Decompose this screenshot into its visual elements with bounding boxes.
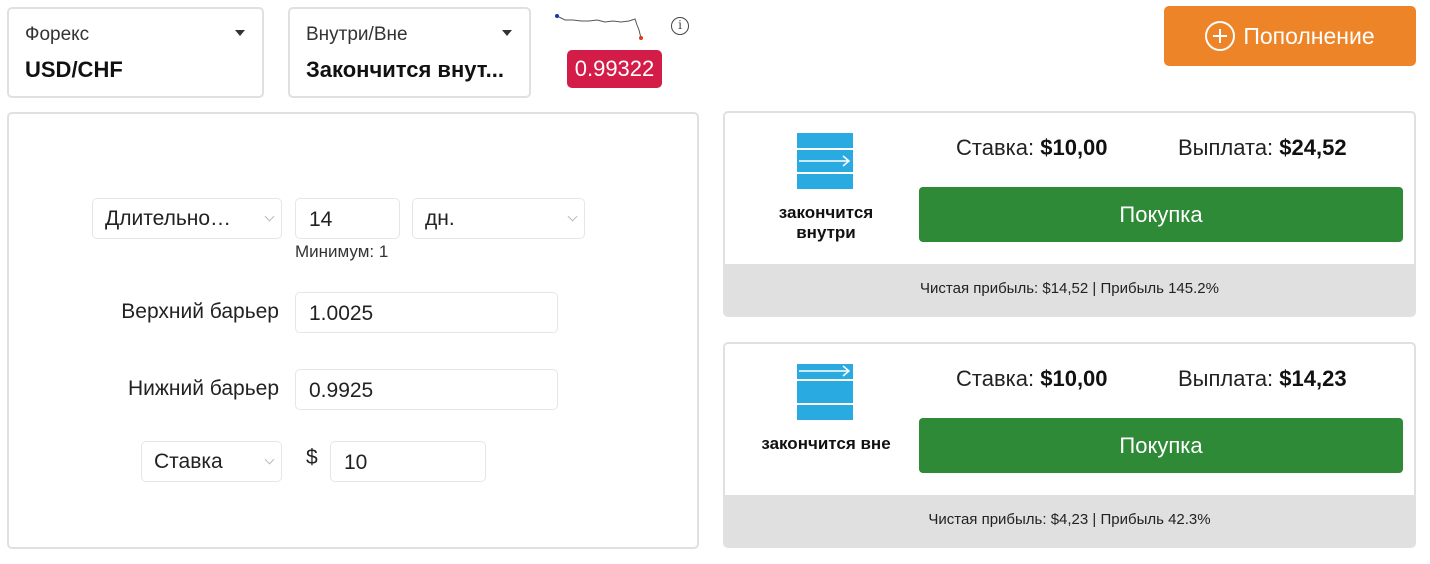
duration-unit-select[interactable]: дн.: [412, 198, 585, 239]
upper-barrier-input[interactable]: 1.0025: [295, 292, 558, 333]
sparkline-start-dot: [555, 14, 559, 18]
duration-type-value: Длительно…: [105, 207, 232, 230]
payout-label: Выплата:: [1178, 366, 1274, 391]
caret-down-icon: [502, 30, 512, 36]
stake-info: Ставка: $10,00: [956, 135, 1108, 161]
plus-circle-icon: [1205, 21, 1236, 51]
option-name: закончится вне: [761, 434, 891, 453]
upper-barrier-label: Верхний барьер: [121, 300, 279, 323]
currency-symbol: $: [306, 446, 318, 469]
stake-value: $10,00: [1040, 135, 1108, 160]
payout-value: $14,23: [1279, 366, 1347, 391]
duration-unit-value: дн.: [425, 207, 455, 230]
deposit-button-label: Пополнение: [1243, 22, 1375, 49]
amount-input[interactable]: 10: [330, 441, 486, 482]
deposit-button[interactable]: Пополнение: [1164, 6, 1416, 66]
caret-down-icon: [235, 30, 245, 36]
payout-info: Выплата: $14,23: [1178, 366, 1347, 392]
amount-type-select[interactable]: Ставка: [141, 441, 282, 482]
stake-label: Ставка:: [956, 366, 1035, 391]
stake-label: Ставка:: [956, 135, 1035, 160]
chevron-down-icon: [264, 454, 275, 465]
option-name: закончится внутри: [778, 203, 874, 242]
chevron-down-icon: [264, 211, 275, 222]
market-category-label: Форекс: [25, 24, 90, 45]
stake-value: $10,00: [1040, 366, 1108, 391]
stake-info: Ставка: $10,00: [956, 366, 1108, 392]
duration-type-select[interactable]: Длительно…: [92, 198, 282, 239]
market-symbol: USD/CHF: [25, 57, 123, 82]
duration-input[interactable]: 14: [295, 198, 400, 239]
buy-button-ends-outside[interactable]: Покупка: [919, 418, 1403, 473]
current-price-badge: 0.99322: [567, 50, 662, 88]
ends-inside-icon: [797, 133, 853, 189]
trade-parameters-panel: Длительно… 14 дн. Минимум: 1 Верхний бар…: [7, 112, 699, 549]
payout-label: Выплата:: [1178, 135, 1274, 160]
chevron-down-icon: [567, 211, 578, 222]
lower-barrier-input[interactable]: 0.9925: [295, 369, 558, 410]
profit-info: Чистая прибыль: $4,23 | Прибыль 42.3%: [725, 495, 1414, 546]
option-card-ends-inside: закончится внутри Ставка: $10,00 Выплата…: [723, 111, 1416, 317]
payout-info: Выплата: $24,52: [1178, 135, 1347, 161]
info-icon[interactable]: i: [671, 17, 689, 35]
amount-type-value: Ставка: [154, 450, 223, 473]
lower-barrier-label: Нижний барьер: [127, 377, 279, 400]
buy-button-ends-inside[interactable]: Покупка: [919, 187, 1403, 242]
market-dropdown[interactable]: Форекс USD/CHF: [7, 7, 264, 98]
contract-type-dropdown[interactable]: Внутри/Вне Закончится внут...: [288, 7, 531, 98]
duration-min-hint: Минимум: 1: [295, 242, 389, 261]
price-sparkline: [555, 14, 643, 40]
ends-outside-icon: [797, 364, 853, 420]
option-card-ends-outside: закончится вне Ставка: $10,00 Выплата: $…: [723, 342, 1416, 548]
payout-value: $24,52: [1279, 135, 1347, 160]
contract-category-label: Внутри/Вне: [306, 24, 408, 45]
contract-type-value: Закончится внут...: [306, 57, 504, 82]
profit-info: Чистая прибыль: $14,52 | Прибыль 145.2%: [725, 264, 1414, 315]
sparkline-end-dot: [639, 36, 643, 40]
